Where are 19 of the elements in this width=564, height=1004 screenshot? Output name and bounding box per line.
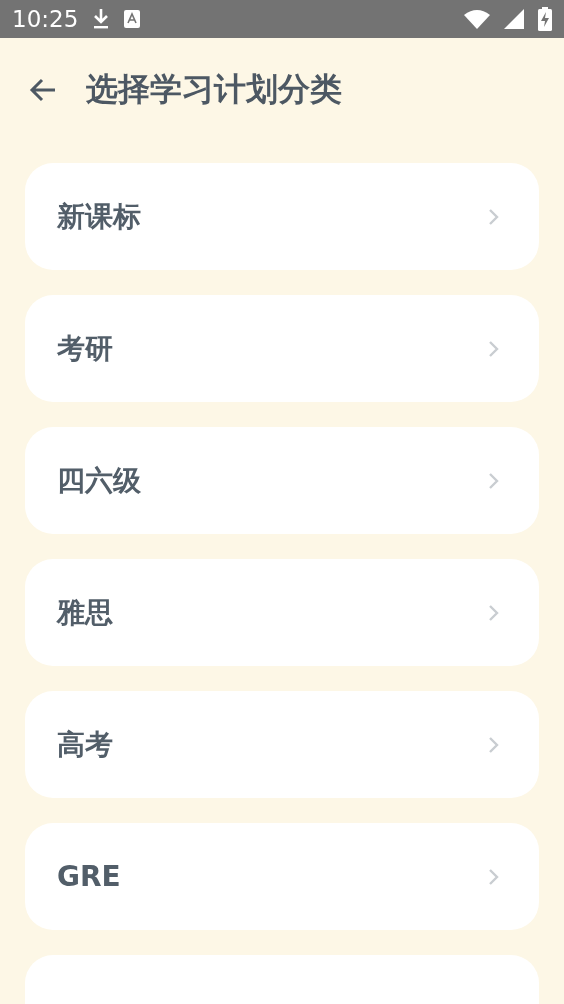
category-item[interactable]: 四六级: [25, 427, 539, 534]
category-item[interactable]: 新课标: [25, 163, 539, 270]
battery-icon: [538, 7, 552, 31]
chevron-right-icon: [487, 734, 501, 755]
chevron-right-icon: [487, 338, 501, 359]
download-icon: [92, 8, 111, 30]
chevron-right-icon: [487, 206, 501, 227]
category-item[interactable]: 考研: [25, 295, 539, 402]
chevron-right-icon: [487, 866, 501, 887]
category-item[interactable]: 雅思: [25, 559, 539, 666]
category-item[interactable]: GRE: [25, 823, 539, 930]
chevron-right-icon: [487, 602, 501, 623]
category-item[interactable]: 高考: [25, 691, 539, 798]
signal-icon: [504, 9, 524, 29]
wifi-icon: [464, 9, 490, 29]
status-time: 10:25: [12, 6, 79, 32]
keyboard-icon: [124, 10, 141, 28]
page-title: 选择学习计划分类: [86, 69, 342, 110]
chevron-right-icon: [487, 470, 501, 491]
